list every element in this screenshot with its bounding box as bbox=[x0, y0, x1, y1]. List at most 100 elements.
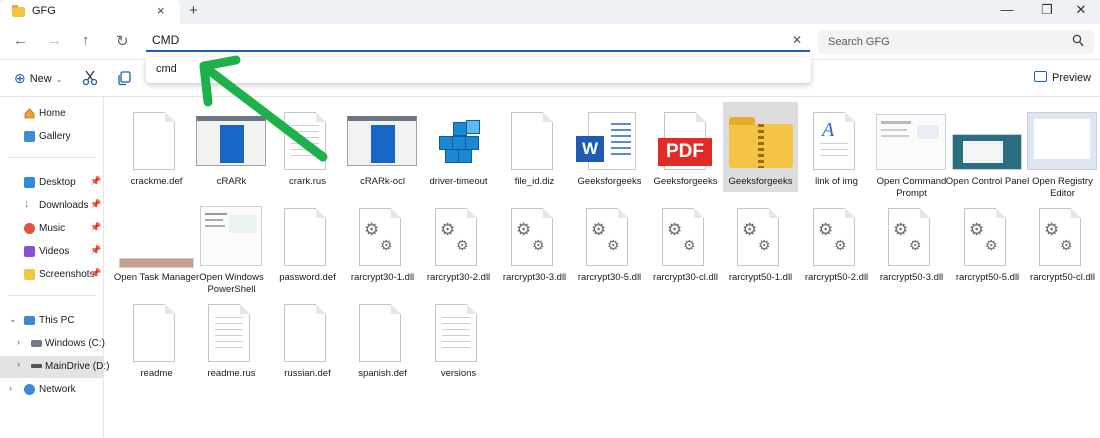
file-item[interactable]: ⚙ ⚙ rarcrypt30-1.dll bbox=[345, 198, 420, 288]
sidebar-item-maindrive-d[interactable]: › MainDrive (D:) bbox=[0, 356, 109, 378]
file-name: cRARk-ocl bbox=[360, 176, 405, 187]
tab-close-icon[interactable]: × bbox=[157, 3, 165, 18]
new-tab-icon[interactable]: + bbox=[189, 2, 198, 19]
file-item[interactable]: Open Task Manager bbox=[114, 198, 199, 288]
sidebar-label-music: Music bbox=[39, 223, 66, 234]
preview-label: Preview bbox=[1052, 72, 1092, 84]
file-item[interactable]: Open Windows PowerShell bbox=[194, 198, 269, 295]
close-window-icon[interactable]: ✕ bbox=[1071, 2, 1091, 18]
sidebar-label-videos: Videos bbox=[39, 246, 70, 257]
suggestion-cmd[interactable]: cmd bbox=[156, 63, 177, 75]
file-icon bbox=[345, 300, 420, 364]
screenshot-thumbnail bbox=[1025, 108, 1100, 172]
sidebar-item-gallery[interactable]: Gallery bbox=[0, 127, 103, 147]
file-name: rarcrypt50-5.dll bbox=[955, 272, 1020, 283]
address-input[interactable] bbox=[146, 30, 810, 52]
sidebar-label-this-pc: This PC bbox=[39, 315, 75, 326]
file-item[interactable]: password.def bbox=[270, 198, 345, 288]
sidebar-item-music[interactable]: Music 📌 bbox=[0, 219, 103, 239]
file-item[interactable]: Open Command Prompt bbox=[874, 102, 949, 199]
file-item[interactable]: ⚙ ⚙ rarcrypt50-3.dll bbox=[874, 198, 949, 288]
sidebar-item-screenshots[interactable]: Screenshots 📌 bbox=[0, 265, 103, 285]
sidebar-label-network: Network bbox=[39, 384, 76, 395]
sidebar-item-home[interactable]: Home bbox=[0, 104, 103, 124]
up-icon[interactable]: ↑ bbox=[82, 32, 90, 49]
file-item[interactable]: crackme.def bbox=[119, 102, 194, 192]
sidebar-item-desktop[interactable]: Desktop 📌 bbox=[0, 173, 103, 193]
file-item[interactable]: A link of img bbox=[799, 102, 874, 192]
file-item[interactable]: ⚙ ⚙ rarcrypt30-2.dll bbox=[421, 198, 496, 288]
tab-gfg[interactable]: GFG × bbox=[0, 0, 180, 24]
file-item[interactable]: cRARk-ocl bbox=[345, 102, 420, 192]
new-button[interactable]: ⊕ New ⌄ bbox=[14, 70, 62, 87]
sidebar-label-maindrive-d: MainDrive (D:) bbox=[45, 361, 110, 372]
file-item[interactable]: cRARk bbox=[194, 102, 269, 192]
refresh-icon[interactable]: ↻ bbox=[116, 32, 129, 50]
file-list: crackme.def cRARk crark.rus cRARk-ocl dr… bbox=[104, 97, 1100, 438]
sidebar-item-downloads[interactable]: ↓ Downloads 📌 bbox=[0, 196, 103, 216]
file-item[interactable]: readme.rus bbox=[194, 294, 269, 384]
registry-icon bbox=[421, 108, 496, 172]
preview-button[interactable]: Preview bbox=[1034, 71, 1091, 84]
chevron-down-icon[interactable]: ⌄ bbox=[9, 314, 17, 325]
dll-file-icon: ⚙ ⚙ bbox=[723, 204, 798, 268]
chevron-right-icon[interactable]: › bbox=[17, 337, 20, 347]
file-name: Open Windows PowerShell bbox=[199, 272, 264, 295]
sidebar-item-this-pc[interactable]: ⌄ This PC bbox=[0, 311, 103, 331]
file-item[interactable]: Open Registry Editor bbox=[1025, 102, 1100, 199]
file-name: Open Task Manager bbox=[113, 272, 200, 283]
sidebar-item-videos[interactable]: Videos 📌 bbox=[0, 242, 103, 262]
file-item[interactable]: ⚙ ⚙ rarcrypt30-5.dll bbox=[572, 198, 647, 288]
file-name: Geeksforgeeks bbox=[653, 176, 718, 187]
file-item[interactable]: driver-timeout bbox=[421, 102, 496, 192]
dll-file-icon: ⚙ ⚙ bbox=[648, 204, 723, 268]
file-item[interactable]: Open Control Panel bbox=[946, 102, 1029, 192]
file-item[interactable]: spanish.def bbox=[345, 294, 420, 384]
screenshot-thumbnail bbox=[194, 204, 269, 268]
clear-address-icon[interactable]: ✕ bbox=[792, 33, 802, 47]
music-icon bbox=[24, 223, 35, 234]
file-item[interactable]: file_id.diz bbox=[497, 102, 572, 192]
home-icon bbox=[24, 108, 35, 119]
maximize-icon[interactable]: ❐ bbox=[1037, 2, 1057, 18]
minimize-icon[interactable]: — bbox=[997, 2, 1017, 17]
search-box[interactable]: Search GFG bbox=[818, 30, 1094, 54]
file-item-selected[interactable]: Geeksforgeeks bbox=[723, 102, 798, 192]
file-item[interactable]: readme bbox=[119, 294, 194, 384]
new-label: New bbox=[29, 73, 52, 85]
file-name: rarcrypt30-2.dll bbox=[426, 272, 491, 283]
pin-icon: 📌 bbox=[90, 176, 102, 186]
back-icon[interactable]: ← bbox=[13, 32, 28, 49]
cut-icon[interactable] bbox=[82, 70, 98, 86]
copy-icon[interactable] bbox=[116, 70, 132, 86]
address-row: ← → ↑ ↻ ✕ Search GFG bbox=[0, 24, 1100, 60]
app-window-icon bbox=[194, 108, 269, 172]
file-name: readme.rus bbox=[207, 368, 256, 379]
file-item[interactable]: ⚙ ⚙ rarcrypt50-2.dll bbox=[799, 198, 874, 288]
file-item[interactable]: ⚙ ⚙ rarcrypt30-cl.dll bbox=[648, 198, 723, 288]
file-item[interactable]: ⚙ ⚙ rarcrypt50-cl.dll bbox=[1025, 198, 1100, 288]
sidebar-item-windows-c[interactable]: › Windows (C:) bbox=[0, 334, 105, 354]
gallery-icon bbox=[24, 131, 35, 142]
file-item[interactable]: crark.rus bbox=[270, 102, 345, 192]
file-item[interactable]: ⚙ ⚙ rarcrypt50-5.dll bbox=[950, 198, 1025, 288]
file-name: Open Control Panel bbox=[945, 176, 1030, 187]
chevron-right-icon[interactable]: › bbox=[17, 359, 20, 369]
chevron-right-icon[interactable]: › bbox=[9, 383, 12, 393]
zip-folder-icon bbox=[723, 108, 798, 172]
file-item[interactable]: W Geeksforgeeks bbox=[572, 102, 647, 192]
file-name: Geeksforgeeks bbox=[728, 176, 793, 187]
desktop-icon bbox=[24, 177, 35, 188]
file-item[interactable]: versions bbox=[421, 294, 496, 384]
file-item[interactable]: russian.def bbox=[270, 294, 345, 384]
sidebar-item-network[interactable]: › Network bbox=[0, 380, 103, 400]
file-item[interactable]: ⚙ ⚙ rarcrypt50-1.dll bbox=[723, 198, 798, 288]
app-window-icon bbox=[345, 108, 420, 172]
sidebar-label-screenshots: Screenshots bbox=[39, 269, 95, 280]
download-icon: ↓ bbox=[24, 198, 30, 210]
file-name: link of img bbox=[815, 176, 858, 187]
file-item[interactable]: PDF Geeksforgeeks bbox=[648, 102, 723, 192]
file-item[interactable]: ⚙ ⚙ rarcrypt30-3.dll bbox=[497, 198, 572, 288]
file-name: driver-timeout bbox=[429, 176, 488, 187]
forward-icon[interactable]: → bbox=[47, 32, 62, 49]
